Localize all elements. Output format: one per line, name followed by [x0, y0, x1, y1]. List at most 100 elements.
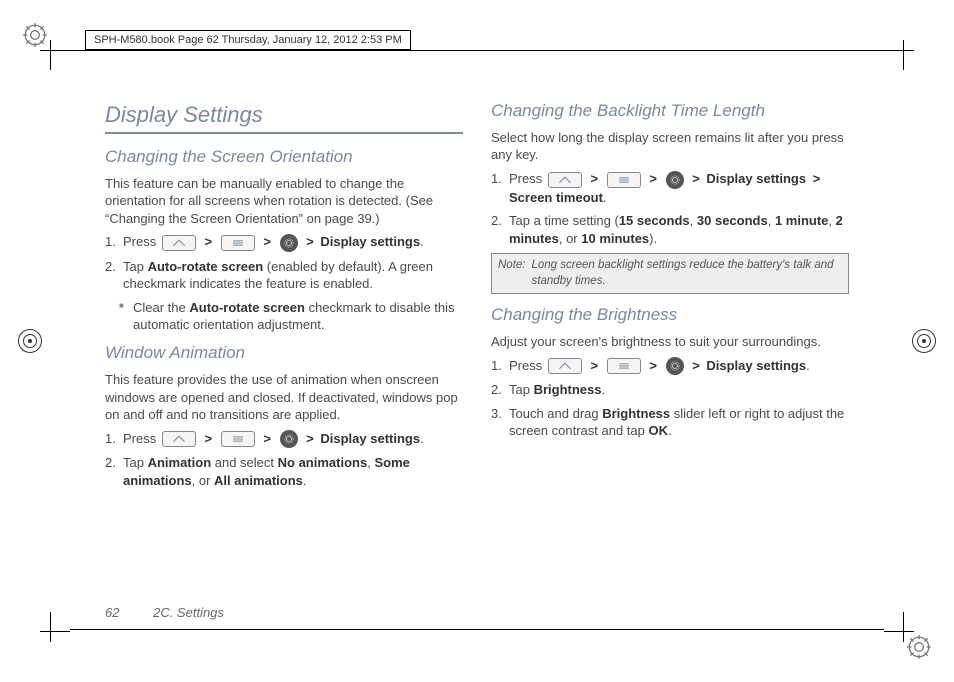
menu-key-icon — [221, 235, 255, 251]
step-item: 2. Tap Animation and select No animation… — [123, 454, 463, 489]
chevron-right-icon: > — [306, 431, 314, 446]
subsection-heading: Changing the Backlight Time Length — [491, 100, 849, 123]
chapter-label: 2C. Settings — [153, 605, 224, 620]
option-label: 1 minute — [775, 213, 828, 228]
step-item: 2. Tap Brightness. — [509, 381, 849, 399]
step-text: , or — [559, 231, 581, 246]
option-label: 10 minutes — [581, 231, 649, 246]
chevron-right-icon: > — [590, 358, 598, 373]
menu-label: Screen timeout — [509, 190, 603, 205]
option-label: No animations — [278, 455, 368, 470]
chevron-right-icon: > — [813, 171, 821, 186]
step-text: Press — [123, 234, 156, 249]
note-label: Note: — [498, 258, 526, 289]
registration-mark-left — [18, 329, 42, 353]
chevron-right-icon: > — [263, 234, 271, 249]
step-text: , — [768, 213, 775, 228]
page-footer: 62 2C. Settings — [105, 605, 224, 620]
step-item: 1. Press > > > Display settings. — [509, 357, 849, 376]
step-number: 1. — [105, 233, 116, 251]
home-key-icon — [162, 431, 196, 447]
menu-key-icon — [607, 172, 641, 188]
step-text: Press — [123, 431, 156, 446]
step-number: 1. — [105, 430, 116, 448]
step-text: Touch and drag — [509, 406, 602, 421]
step-list: 1. Press > > > Display settings. 2. Tap … — [491, 357, 849, 440]
step-number: 1. — [491, 170, 502, 188]
step-text: and select — [211, 455, 278, 470]
page-number: 62 — [105, 605, 119, 620]
step-number: 3. — [491, 405, 502, 423]
option-label: 15 seconds — [619, 213, 690, 228]
step-text: Tap a time setting ( — [509, 213, 619, 228]
period: . — [806, 358, 810, 373]
ui-label: Auto-rotate screen — [148, 259, 264, 274]
step-text: Tap — [123, 455, 148, 470]
step-list: 1. Press > > > Display settings. 2. Tap … — [105, 233, 463, 293]
settings-gear-icon — [666, 357, 684, 375]
bullet-text: Clear the — [133, 300, 189, 315]
step-item: 3. Touch and drag Brightness slider left… — [509, 405, 849, 440]
settings-gear-icon — [280, 430, 298, 448]
chevron-right-icon: > — [204, 234, 212, 249]
step-number: 2. — [105, 258, 116, 276]
body-text: This feature can be manually enabled to … — [105, 175, 463, 228]
chevron-right-icon: > — [263, 431, 271, 446]
bottom-rule — [70, 629, 884, 630]
period: . — [420, 234, 424, 249]
step-number: 1. — [491, 357, 502, 375]
step-list: 1. Press > > > Display settings. 2. Tap … — [105, 430, 463, 490]
page-content: Display Settings Changing the Screen Ori… — [105, 100, 849, 592]
step-item: 2. Tap a time setting (15 seconds, 30 se… — [509, 212, 849, 247]
ui-label: Animation — [148, 455, 212, 470]
menu-key-icon — [607, 358, 641, 374]
step-item: 1. Press > > > Display settings > Screen… — [509, 170, 849, 206]
step-text: . — [303, 473, 307, 488]
ui-label: Brightness — [534, 382, 602, 397]
step-text: Tap — [509, 382, 534, 397]
step-list: 1. Press > > > Display settings > Screen… — [491, 170, 849, 247]
period: . — [420, 431, 424, 446]
chevron-right-icon: > — [692, 358, 700, 373]
step-text: , or — [192, 473, 214, 488]
right-column: Changing the Backlight Time Length Selec… — [491, 100, 849, 592]
page-header-meta: SPH-M580.book Page 62 Thursday, January … — [85, 30, 411, 50]
chevron-right-icon: > — [692, 171, 700, 186]
note-text: Long screen backlight settings reduce th… — [532, 258, 843, 289]
ui-label: OK — [648, 423, 668, 438]
step-text: Press — [509, 171, 542, 186]
option-label: All animations — [214, 473, 303, 488]
sub-bullet: Clear the Auto-rotate screen checkmark t… — [105, 299, 463, 334]
ui-label: Brightness — [602, 406, 670, 421]
body-text: Adjust your screen's brightness to suit … — [491, 333, 849, 351]
settings-gear-icon — [280, 234, 298, 252]
subsection-heading: Window Animation — [105, 342, 463, 365]
step-text: , — [690, 213, 697, 228]
menu-label: Display settings — [320, 234, 420, 249]
step-number: 2. — [491, 212, 502, 230]
chevron-right-icon: > — [306, 234, 314, 249]
step-text: . — [601, 382, 605, 397]
home-key-icon — [548, 358, 582, 374]
note-box: Note: Long screen backlight settings red… — [491, 253, 849, 294]
left-column: Display Settings Changing the Screen Ori… — [105, 100, 463, 592]
subsection-heading: Changing the Screen Orientation — [105, 146, 463, 169]
section-title: Display Settings — [105, 100, 463, 130]
top-rule — [70, 50, 884, 51]
registration-mark-right — [912, 329, 936, 353]
chevron-right-icon: > — [204, 431, 212, 446]
menu-label: Display settings — [706, 171, 806, 186]
step-item: 1. Press > > > Display settings. — [123, 430, 463, 449]
chevron-right-icon: > — [590, 171, 598, 186]
menu-label: Display settings — [320, 431, 420, 446]
step-number: 2. — [105, 454, 116, 472]
gear-icon — [906, 634, 932, 660]
menu-label: Display settings — [706, 358, 806, 373]
body-text: This feature provides the use of animati… — [105, 371, 463, 424]
ui-label: Auto-rotate screen — [189, 300, 305, 315]
settings-gear-icon — [666, 171, 684, 189]
step-text: , — [828, 213, 835, 228]
step-text: Press — [509, 358, 542, 373]
step-text: ). — [649, 231, 657, 246]
step-item: 1. Press > > > Display settings. — [123, 233, 463, 252]
